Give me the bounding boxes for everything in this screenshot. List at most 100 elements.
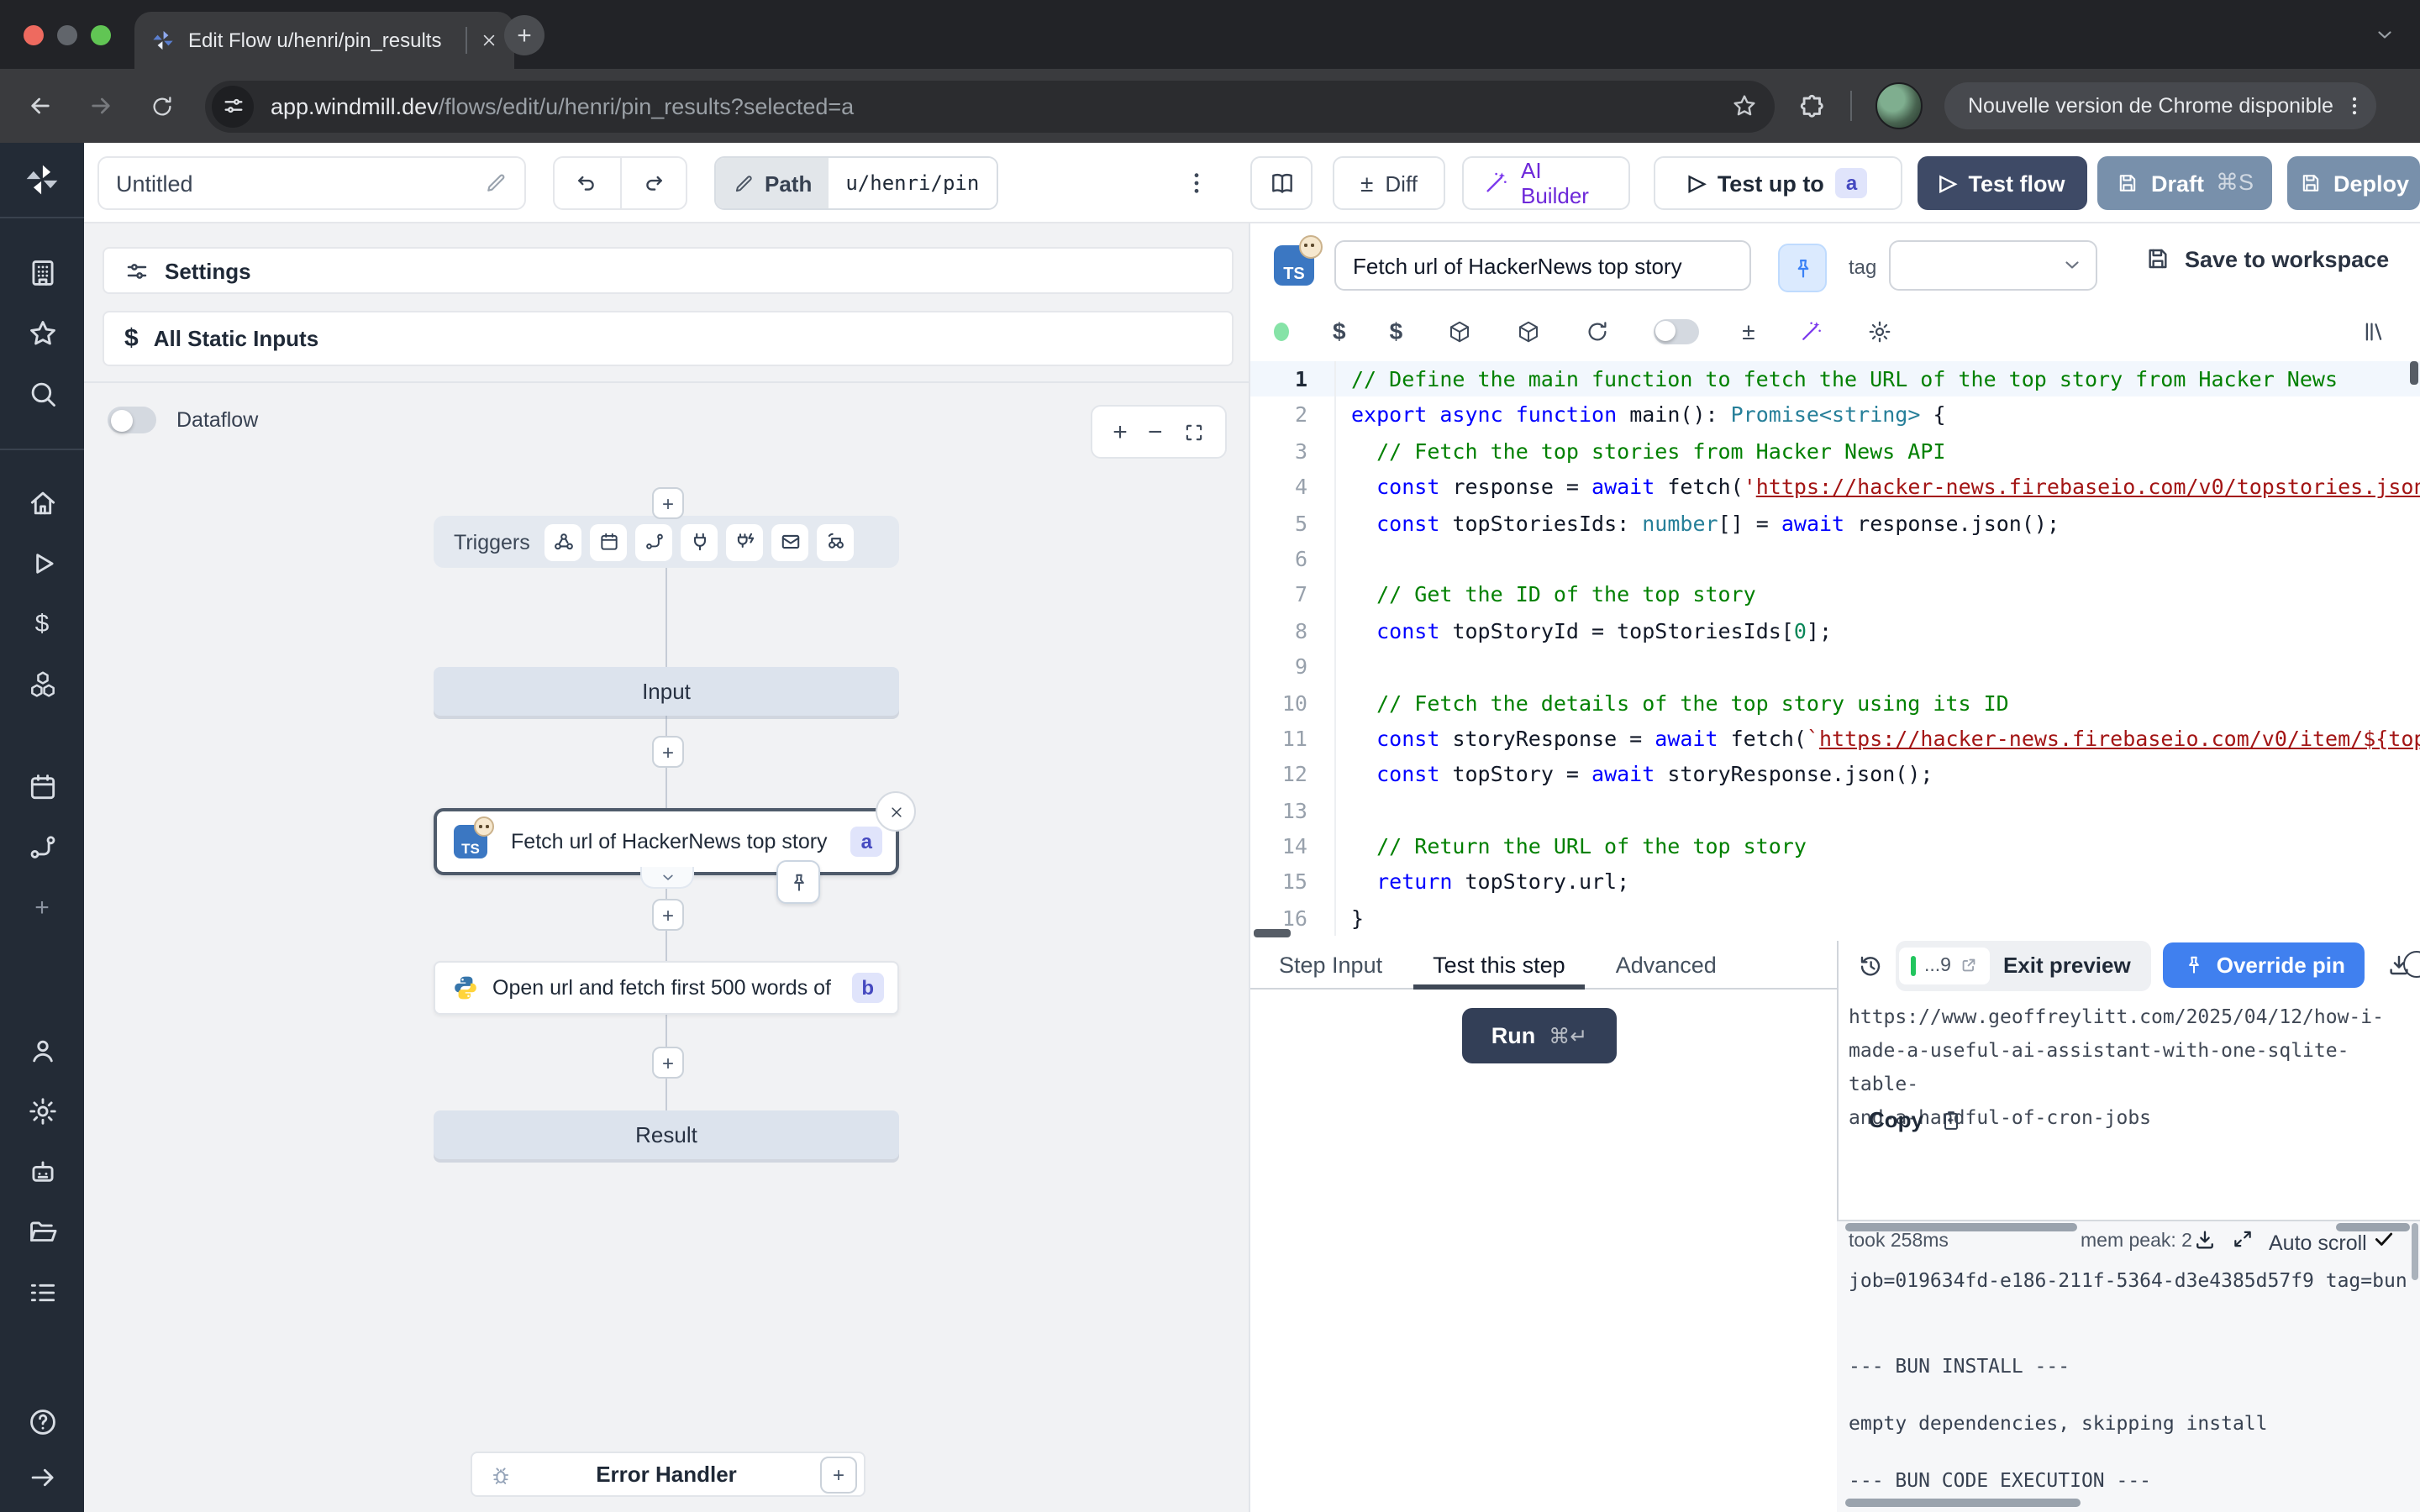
- exit-preview-button[interactable]: Exit preview: [2003, 953, 2148, 978]
- sidebar-item-favorites[interactable]: [0, 302, 84, 363]
- editor-toolbar-diff[interactable]: ±: [1742, 319, 1754, 343]
- sidebar-item-expand-sidebar[interactable]: [0, 1450, 84, 1505]
- expand-logs-icon[interactable]: [2232, 1228, 2254, 1250]
- flow-settings-row[interactable]: Settings: [103, 247, 1234, 294]
- editor-toggle[interactable]: [1653, 318, 1698, 344]
- code-line-12[interactable]: 12 const topStory = await storyResponse.…: [1250, 757, 2420, 793]
- pinned-step-indicator[interactable]: [776, 860, 820, 904]
- all-static-inputs-row[interactable]: $ All Static Inputs: [103, 311, 1234, 366]
- editor-toolbar-dollar[interactable]: $: [1390, 319, 1403, 343]
- add-step-button[interactable]: +: [652, 1047, 684, 1079]
- editor-toolbar-gear[interactable]: [1868, 318, 1893, 344]
- result-node[interactable]: Result: [434, 1110, 899, 1159]
- trigger-poll-button[interactable]: [818, 523, 855, 560]
- external-link-icon[interactable]: [1960, 956, 1978, 974]
- windmill-logo[interactable]: [0, 143, 84, 217]
- sidebar-item-workspace[interactable]: [0, 242, 84, 302]
- expand-step-chevron[interactable]: [640, 867, 694, 889]
- code-line-9[interactable]: 9: [1250, 648, 2420, 685]
- remove-step-button[interactable]: [876, 791, 916, 832]
- sidebar-item-search[interactable]: [0, 363, 84, 423]
- back-icon[interactable]: [20, 86, 60, 126]
- sidebar-item-workers[interactable]: [0, 1141, 84, 1201]
- sidebar-item-audit-logs[interactable]: [0, 1262, 84, 1322]
- code-line-5[interactable]: 5 const topStoriesIds: number[] = await …: [1250, 505, 2420, 541]
- code-line-14[interactable]: 14 // Return the URL of the top story: [1250, 828, 2420, 864]
- sidebar-item-home[interactable]: [0, 472, 84, 533]
- editor-toolbar-package[interactable]: [1446, 318, 1471, 344]
- path-group[interactable]: Path u/henri/pin: [714, 156, 997, 210]
- window-minimize-button[interactable]: [57, 25, 77, 45]
- docs-button[interactable]: [1250, 156, 1313, 210]
- input-node[interactable]: Input: [434, 667, 899, 716]
- tab-close-icon[interactable]: [481, 32, 497, 49]
- edit-name-pencil-icon[interactable]: [484, 171, 508, 195]
- zoom-out-button[interactable]: −: [1148, 419, 1163, 444]
- zoom-in-button[interactable]: +: [1113, 419, 1128, 444]
- code-line-15[interactable]: 15 return topStory.url;: [1250, 864, 2420, 900]
- job-chip[interactable]: ...9: [1899, 947, 1990, 984]
- browser-tab[interactable]: Edit Flow u/henri/pin_results: [134, 12, 514, 69]
- step-node-a[interactable]: TS Fetch url of HackerNews top story a: [434, 808, 899, 875]
- pin-button[interactable]: [1778, 244, 1827, 292]
- new-tab-button[interactable]: +: [504, 15, 544, 55]
- trigger-webhook-button[interactable]: [545, 523, 582, 560]
- reload-icon[interactable]: [141, 86, 182, 126]
- sidebar-item-routes[interactable]: [0, 816, 84, 877]
- test-up-to-button[interactable]: ▷ Test up to a: [1654, 156, 1902, 210]
- redo-button[interactable]: [619, 158, 686, 208]
- bookmark-star-icon[interactable]: [1731, 92, 1758, 119]
- code-editor[interactable]: 1// Define the main function to fetch th…: [1250, 361, 2420, 937]
- browser-menu-icon[interactable]: [2344, 94, 2367, 118]
- extensions-icon[interactable]: [1798, 92, 1827, 120]
- log-scrollbar[interactable]: [1845, 1223, 2077, 1231]
- code-line-16[interactable]: 16}: [1250, 900, 2420, 937]
- window-close-button[interactable]: [24, 25, 44, 45]
- auto-scroll-checkbox[interactable]: [2373, 1228, 2395, 1250]
- sidebar-item-folders[interactable]: [0, 1201, 84, 1262]
- code-line-7[interactable]: 7 // Get the ID of the top story: [1250, 577, 2420, 613]
- code-line-3[interactable]: 3 // Fetch the top stories from Hacker N…: [1250, 433, 2420, 470]
- code-line-6[interactable]: 6: [1250, 541, 2420, 577]
- editor-toolbar-toggle[interactable]: [1653, 318, 1698, 344]
- library-icon[interactable]: [2361, 318, 2386, 344]
- history-icon[interactable]: [1857, 952, 1884, 979]
- dataflow-toggle[interactable]: [108, 407, 156, 433]
- editor-horizontal-scrollbar[interactable]: [1254, 929, 1291, 937]
- tab-search-chevron-icon[interactable]: [2366, 17, 2403, 54]
- code-line-8[interactable]: 8 const topStoryId = topStoriesIds[0];: [1250, 612, 2420, 648]
- add-step-button[interactable]: +: [652, 487, 684, 519]
- undo-button[interactable]: [555, 158, 619, 208]
- tab-step-input[interactable]: Step Input: [1279, 940, 1382, 989]
- code-line-13[interactable]: 13: [1250, 792, 2420, 828]
- test-flow-button[interactable]: ▷ Test flow: [1918, 156, 2087, 210]
- editor-vertical-scrollbar[interactable]: [2410, 361, 2418, 385]
- code-line-11[interactable]: 11 const storyResponse = await fetch(`ht…: [1250, 721, 2420, 757]
- forward-icon[interactable]: [81, 86, 121, 126]
- flow-name-field[interactable]: Untitled: [97, 156, 526, 210]
- copy-result-button[interactable]: Copy: [1869, 1107, 1962, 1132]
- more-options-kebab-icon[interactable]: [1176, 156, 1217, 210]
- step-node-b[interactable]: Open url and fetch first 500 words of ..…: [434, 961, 899, 1015]
- editor-toolbar-wand[interactable]: [1799, 318, 1824, 344]
- run-button[interactable]: Run ⌘↵: [1462, 1008, 1617, 1063]
- trigger-calendar-button[interactable]: [591, 523, 628, 560]
- editor-toolbar-package[interactable]: [1515, 318, 1540, 344]
- address-bar[interactable]: app.windmill.dev/flows/edit/u/henri/pin_…: [205, 80, 1775, 132]
- code-line-2[interactable]: 2export async function main(): Promise<s…: [1250, 397, 2420, 433]
- step-title-input[interactable]: Fetch url of HackerNews top story: [1334, 240, 1751, 291]
- fit-view-icon[interactable]: [1183, 421, 1205, 443]
- sidebar-item-help[interactable]: [0, 1394, 84, 1450]
- triggers-bar[interactable]: Triggers: [434, 516, 899, 568]
- trigger-route-button[interactable]: [636, 523, 673, 560]
- add-step-button[interactable]: +: [652, 736, 684, 768]
- trigger-mail-button[interactable]: [772, 523, 809, 560]
- override-pin-button[interactable]: Override pin: [2163, 942, 2365, 988]
- editor-toolbar-refresh[interactable]: [1584, 318, 1609, 344]
- trigger-plug-zap-button[interactable]: [727, 523, 764, 560]
- sidebar-item-workspace-settings[interactable]: [0, 1080, 84, 1141]
- error-handler-node[interactable]: Error Handler +: [471, 1452, 865, 1497]
- code-line-1[interactable]: 1// Define the main function to fetch th…: [1250, 361, 2420, 397]
- chrome-update-button[interactable]: Nouvelle version de Chrome disponible: [1944, 82, 2377, 129]
- tab-test-this-step[interactable]: Test this step: [1433, 940, 1565, 989]
